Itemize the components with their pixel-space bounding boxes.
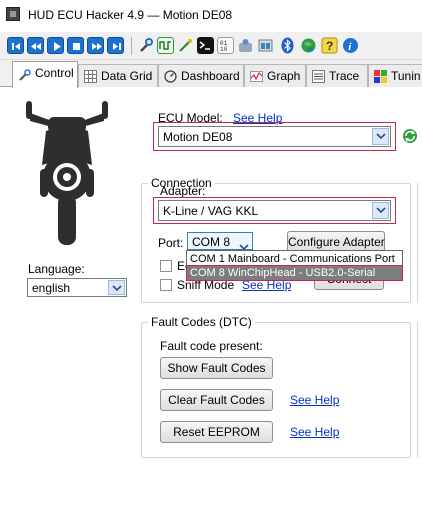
tab-graph[interactable]: Graph [244,64,306,87]
chevron-down-icon [108,280,125,295]
rewind-icon[interactable] [27,37,44,54]
echo-checkbox[interactable] [160,260,172,272]
tab-label: Tunin [391,69,421,83]
tab-control[interactable]: Control [12,61,78,88]
fast-forward-icon[interactable] [87,37,104,54]
tab-strip: Control Data Grid Dashboard Graph Trace … [0,60,422,88]
title-bar: HUD ECU Hacker 4.9 — Motion DE08 [0,0,422,32]
adapter-label: Adapter: [160,184,206,198]
clear-see-help-link[interactable]: See Help [290,393,339,407]
reset-eeprom-button[interactable]: Reset EEPROM [160,421,273,443]
fault-codes-title: Fault Codes (DTC) [148,315,255,329]
port-value: COM 8 [192,235,231,249]
chevron-down-icon [372,202,389,219]
wand-icon[interactable] [177,37,194,54]
help-icon[interactable]: ? [321,37,338,54]
language-label: Language: [28,262,85,276]
clear-fault-codes-button[interactable]: Clear Fault Codes [160,389,273,411]
tab-trace[interactable]: Trace [306,64,368,87]
tab-label: Graph [267,69,301,83]
tools-icon[interactable] [237,37,254,54]
tuning-icon [374,70,387,83]
toolbar: 01 10 ? i [0,32,422,60]
binary-file-icon[interactable]: 01 10 [217,37,234,54]
go-first-icon[interactable] [7,37,24,54]
wrench-icon[interactable] [137,37,154,54]
right-panel-edge [417,183,418,303]
adapter-highlight-box: K-Line / VAG KKL [153,197,396,224]
info-icon[interactable]: i [342,37,359,54]
signal-icon[interactable] [157,37,174,54]
reset-see-help-link[interactable]: See Help [290,425,339,439]
terminal-icon[interactable] [197,37,214,54]
window-title: HUD ECU Hacker 4.9 — Motion DE08 [28,8,233,22]
show-fault-codes-button[interactable]: Show Fault Codes [160,357,273,379]
adapter-select[interactable]: K-Line / VAG KKL [158,200,391,221]
chevron-down-icon [372,128,389,145]
tab-data-grid[interactable]: Data Grid [78,64,158,87]
bluetooth-icon[interactable] [279,37,296,54]
refresh-icon[interactable] [402,128,418,144]
port-label: Port: [158,236,184,250]
svg-text:?: ? [326,39,333,53]
graph-icon [250,71,263,82]
dashboard-window-icon[interactable] [257,37,274,54]
play-icon[interactable] [47,37,64,54]
list-icon [312,70,325,83]
globe-icon[interactable] [300,37,317,54]
ecu-model-value: Motion DE08 [163,130,233,144]
ecu-model-select[interactable]: Motion DE08 [158,126,391,147]
control-panel: Language: english ECU Model: See Help Mo… [0,87,422,508]
tab-label: Dashboard [181,69,240,83]
gauge-icon [164,70,177,83]
port-dropdown-list[interactable]: COM 1 Mainboard - Communications Port CO… [186,250,403,281]
port-select[interactable]: COM 8 [187,232,253,251]
tab-label: Control [35,66,74,80]
motorcycle-icon [26,101,108,245]
tab-tuning[interactable]: Tunin [368,64,422,87]
stop-icon[interactable] [67,37,84,54]
ecu-highlight-box: Motion DE08 [153,122,396,151]
tab-label: Data Grid [101,69,153,83]
tab-dashboard[interactable]: Dashboard [158,64,244,87]
port-option-com8[interactable]: COM 8 WinChipHead - USB2.0-Serial [186,265,403,281]
sniff-mode-checkbox[interactable] [160,279,172,291]
language-select[interactable]: english [27,278,127,297]
adapter-value: K-Line / VAG KKL [163,204,259,218]
app-chip-icon [6,7,20,21]
wrench-icon [19,69,31,81]
port-option-com1[interactable]: COM 1 Mainboard - Communications Port [187,252,402,266]
go-last-icon[interactable] [107,37,124,54]
grid-icon [84,70,97,83]
fault-present-label: Fault code present: [160,339,263,353]
tab-label: Trace [329,69,360,83]
right-panel-edge [417,322,418,458]
svg-text:10: 10 [220,46,228,53]
language-value: english [32,281,71,295]
